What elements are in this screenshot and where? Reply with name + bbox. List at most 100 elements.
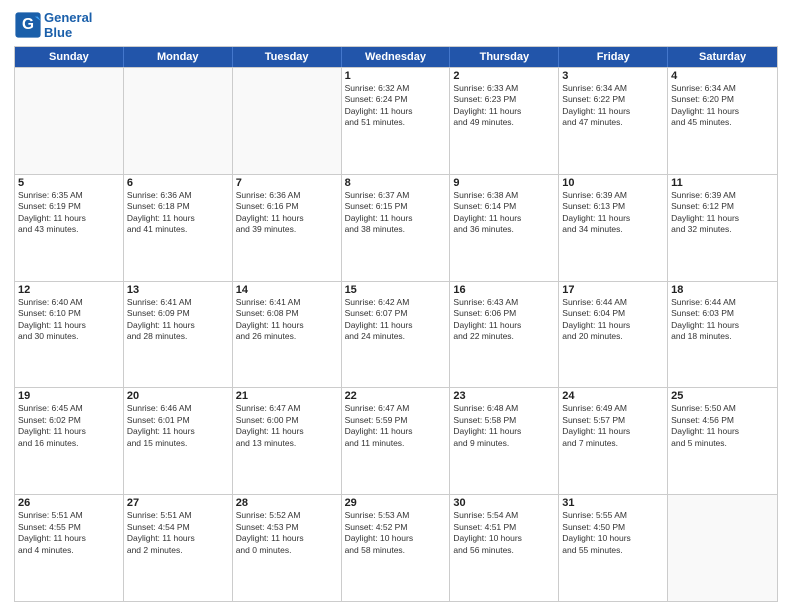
calendar-header: SundayMondayTuesdayWednesdayThursdayFrid… — [15, 47, 777, 67]
day-number: 4 — [671, 70, 774, 82]
cell-info-line: and 39 minutes. — [236, 224, 338, 235]
cal-cell: 9Sunrise: 6:38 AMSunset: 6:14 PMDaylight… — [450, 175, 559, 281]
calendar-body: 1Sunrise: 6:32 AMSunset: 6:24 PMDaylight… — [15, 67, 777, 601]
cell-info-line: Sunrise: 6:44 AM — [562, 297, 664, 308]
day-number: 26 — [18, 497, 120, 509]
cell-info-line: and 51 minutes. — [345, 117, 447, 128]
cal-cell: 21Sunrise: 6:47 AMSunset: 6:00 PMDayligh… — [233, 388, 342, 494]
cell-info-line: Sunset: 5:57 PM — [562, 415, 664, 426]
cell-info-line: Daylight: 11 hours — [18, 320, 120, 331]
cal-cell: 22Sunrise: 6:47 AMSunset: 5:59 PMDayligh… — [342, 388, 451, 494]
cell-info-line: Daylight: 11 hours — [671, 213, 774, 224]
cell-info-line: Daylight: 11 hours — [671, 320, 774, 331]
cell-info-line: and 41 minutes. — [127, 224, 229, 235]
cal-cell: 11Sunrise: 6:39 AMSunset: 6:12 PMDayligh… — [668, 175, 777, 281]
cell-info-line: Sunrise: 6:47 AM — [345, 403, 447, 414]
day-number: 20 — [127, 390, 229, 402]
cal-cell: 6Sunrise: 6:36 AMSunset: 6:18 PMDaylight… — [124, 175, 233, 281]
cell-info-line: and 49 minutes. — [453, 117, 555, 128]
cell-info-line: Sunrise: 5:50 AM — [671, 403, 774, 414]
cell-info-line: and 7 minutes. — [562, 438, 664, 449]
cell-info-line: and 38 minutes. — [345, 224, 447, 235]
cell-info-line: Daylight: 11 hours — [127, 533, 229, 544]
cell-info-line: Daylight: 11 hours — [127, 213, 229, 224]
cell-info-line: Sunrise: 6:35 AM — [18, 190, 120, 201]
cell-info-line: Sunrise: 6:32 AM — [345, 83, 447, 94]
day-number: 14 — [236, 284, 338, 296]
cell-info-line: Sunrise: 6:48 AM — [453, 403, 555, 414]
cell-info-line: Sunset: 6:24 PM — [345, 94, 447, 105]
cell-info-line: Daylight: 10 hours — [562, 533, 664, 544]
day-number: 22 — [345, 390, 447, 402]
cell-info-line: Sunrise: 5:54 AM — [453, 510, 555, 521]
cell-info-line: Daylight: 11 hours — [562, 320, 664, 331]
cell-info-line: Sunset: 6:07 PM — [345, 308, 447, 319]
cell-info-line: Sunrise: 6:39 AM — [671, 190, 774, 201]
cell-info-line: Sunrise: 6:40 AM — [18, 297, 120, 308]
cell-info-line: Sunset: 5:58 PM — [453, 415, 555, 426]
weekday-header-wednesday: Wednesday — [342, 47, 451, 67]
day-number: 5 — [18, 177, 120, 189]
cell-info-line: and 24 minutes. — [345, 331, 447, 342]
day-number: 17 — [562, 284, 664, 296]
cell-info-line: and 47 minutes. — [562, 117, 664, 128]
cal-cell: 24Sunrise: 6:49 AMSunset: 5:57 PMDayligh… — [559, 388, 668, 494]
day-number: 27 — [127, 497, 229, 509]
cell-info-line: and 26 minutes. — [236, 331, 338, 342]
cell-info-line: and 2 minutes. — [127, 545, 229, 556]
cell-info-line: and 30 minutes. — [18, 331, 120, 342]
cell-info-line: Daylight: 11 hours — [18, 213, 120, 224]
day-number: 12 — [18, 284, 120, 296]
cell-info-line: Daylight: 11 hours — [562, 426, 664, 437]
day-number: 3 — [562, 70, 664, 82]
logo-icon: G — [14, 11, 42, 39]
cell-info-line: Daylight: 11 hours — [671, 426, 774, 437]
cal-cell: 30Sunrise: 5:54 AMSunset: 4:51 PMDayligh… — [450, 495, 559, 601]
cal-cell: 1Sunrise: 6:32 AMSunset: 6:24 PMDaylight… — [342, 68, 451, 174]
cell-info-line: Sunset: 6:18 PM — [127, 201, 229, 212]
cell-info-line: Sunset: 4:53 PM — [236, 522, 338, 533]
header: G General Blue — [14, 10, 778, 40]
cell-info-line: Daylight: 11 hours — [236, 426, 338, 437]
cell-info-line: Daylight: 11 hours — [236, 213, 338, 224]
cell-info-line: Sunset: 6:09 PM — [127, 308, 229, 319]
cell-info-line: Daylight: 11 hours — [671, 106, 774, 117]
weekday-header-saturday: Saturday — [668, 47, 777, 67]
weekday-header-monday: Monday — [124, 47, 233, 67]
day-number: 25 — [671, 390, 774, 402]
cell-info-line: and 9 minutes. — [453, 438, 555, 449]
cell-info-line: and 22 minutes. — [453, 331, 555, 342]
cell-info-line: Sunset: 4:54 PM — [127, 522, 229, 533]
cell-info-line: and 20 minutes. — [562, 331, 664, 342]
weekday-header-friday: Friday — [559, 47, 668, 67]
cell-info-line: and 55 minutes. — [562, 545, 664, 556]
cell-info-line: Sunrise: 6:49 AM — [562, 403, 664, 414]
cell-info-line: Daylight: 11 hours — [453, 106, 555, 117]
cal-cell: 13Sunrise: 6:41 AMSunset: 6:09 PMDayligh… — [124, 282, 233, 388]
cell-info-line: Daylight: 11 hours — [453, 320, 555, 331]
cell-info-line: Sunrise: 6:42 AM — [345, 297, 447, 308]
cal-cell: 18Sunrise: 6:44 AMSunset: 6:03 PMDayligh… — [668, 282, 777, 388]
day-number: 30 — [453, 497, 555, 509]
cell-info-line: Daylight: 11 hours — [562, 106, 664, 117]
cell-info-line: Sunset: 6:03 PM — [671, 308, 774, 319]
cell-info-line: Sunset: 6:06 PM — [453, 308, 555, 319]
cal-cell — [15, 68, 124, 174]
cell-info-line: Sunrise: 6:47 AM — [236, 403, 338, 414]
cal-cell: 12Sunrise: 6:40 AMSunset: 6:10 PMDayligh… — [15, 282, 124, 388]
cal-cell: 27Sunrise: 5:51 AMSunset: 4:54 PMDayligh… — [124, 495, 233, 601]
cell-info-line: and 28 minutes. — [127, 331, 229, 342]
cell-info-line: and 4 minutes. — [18, 545, 120, 556]
cell-info-line: Sunset: 6:23 PM — [453, 94, 555, 105]
cell-info-line: Daylight: 11 hours — [453, 213, 555, 224]
cell-info-line: Sunrise: 5:55 AM — [562, 510, 664, 521]
day-number: 28 — [236, 497, 338, 509]
cell-info-line: Sunset: 6:12 PM — [671, 201, 774, 212]
cell-info-line: Sunrise: 6:37 AM — [345, 190, 447, 201]
cal-cell: 15Sunrise: 6:42 AMSunset: 6:07 PMDayligh… — [342, 282, 451, 388]
logo: G General Blue — [14, 10, 92, 40]
day-number: 6 — [127, 177, 229, 189]
cal-cell: 14Sunrise: 6:41 AMSunset: 6:08 PMDayligh… — [233, 282, 342, 388]
cell-info-line: Daylight: 11 hours — [18, 426, 120, 437]
cell-info-line: and 58 minutes. — [345, 545, 447, 556]
